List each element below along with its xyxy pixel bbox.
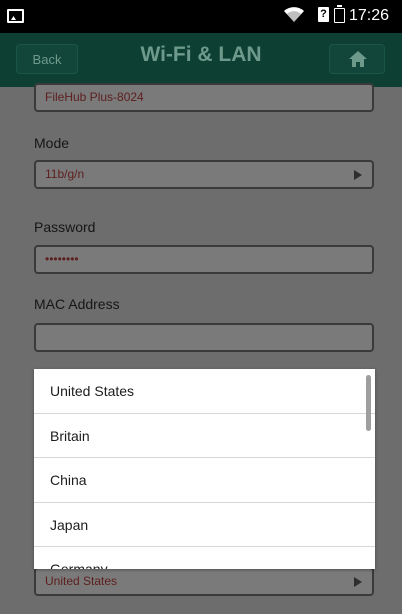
- home-icon: [349, 51, 367, 67]
- clock: 17:26: [349, 7, 390, 24]
- page-title: Wi-Fi & LAN: [140, 43, 262, 66]
- sim-icon: ?: [318, 7, 329, 22]
- home-button[interactable]: [329, 44, 385, 74]
- region-select[interactable]: United States: [34, 567, 374, 596]
- region-option-germany[interactable]: Germany: [34, 547, 375, 569]
- wifi-icon: [283, 7, 305, 28]
- back-button[interactable]: Back: [16, 44, 78, 74]
- region-option-britain[interactable]: Britain: [34, 414, 375, 458]
- mac-address-label: MAC Address: [34, 296, 120, 312]
- region-option-japan[interactable]: Japan: [34, 503, 375, 547]
- battery-icon: [334, 5, 345, 23]
- region-option-china[interactable]: China: [34, 458, 375, 503]
- mode-select[interactable]: 11b/g/n: [34, 160, 374, 189]
- app-bar: Back Wi-Fi & LAN: [0, 33, 402, 87]
- region-dropdown-list: United States Britain China Japan German…: [34, 369, 375, 569]
- scrollbar[interactable]: [366, 375, 371, 431]
- region-option-united-states[interactable]: United States: [34, 369, 375, 414]
- mode-label: Mode: [34, 135, 70, 151]
- password-field[interactable]: ••••••••: [34, 245, 374, 274]
- password-label: Password: [34, 219, 96, 235]
- status-bar: ? 17:26: [0, 0, 402, 33]
- screenshot-icon: [7, 9, 24, 23]
- ssid-field[interactable]: FileHub Plus-8024: [34, 83, 374, 112]
- mac-address-field[interactable]: [34, 323, 374, 352]
